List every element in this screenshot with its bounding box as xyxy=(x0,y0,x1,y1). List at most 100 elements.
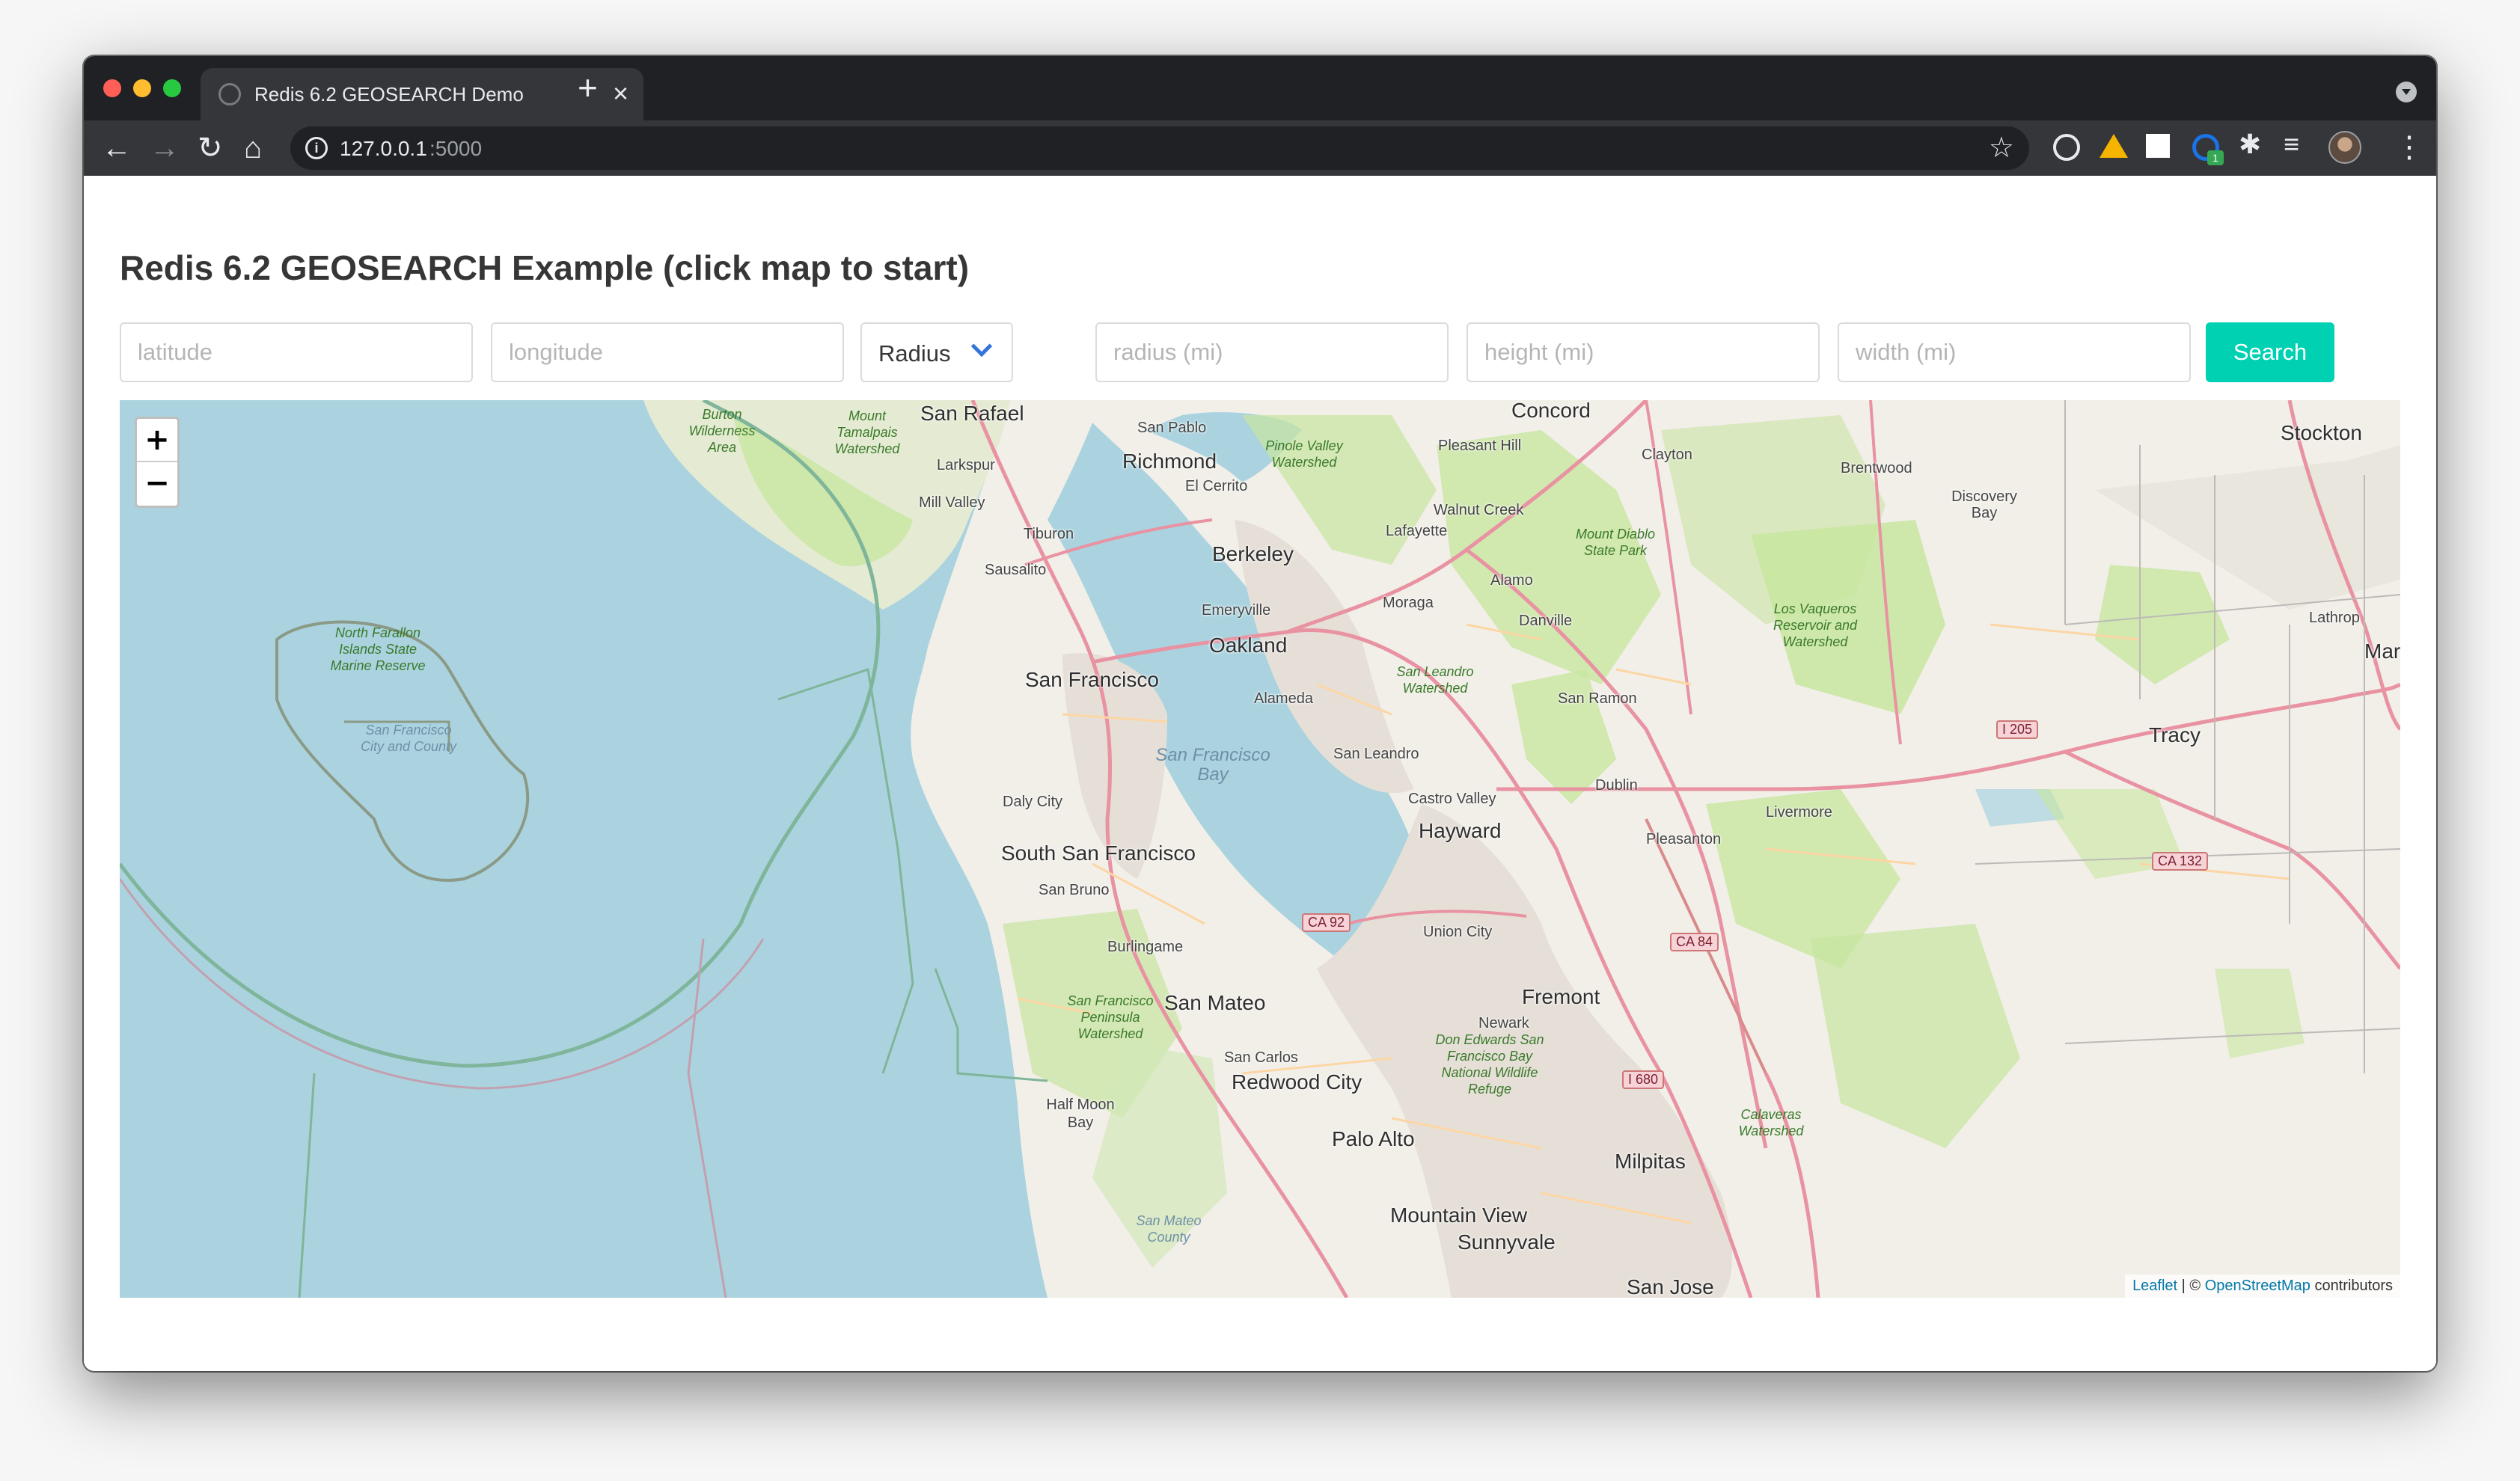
map-label: San Mateo xyxy=(1164,991,1266,1014)
globe-icon xyxy=(218,83,241,105)
home-button[interactable]: ⌂ xyxy=(244,129,262,167)
map-label: Alamo xyxy=(1490,572,1533,589)
puzzle-icon[interactable]: ✱ xyxy=(2239,131,2266,158)
map-label: Concord xyxy=(1511,400,1591,422)
map-label: Mount Diablo State Park xyxy=(1575,527,1656,558)
map-label: North Farallon Islands State Marine Rese… xyxy=(330,625,426,673)
map-label: Tracy xyxy=(2149,723,2201,746)
tab-strip: Redis 6.2 GEOSEARCH Demo × + xyxy=(84,56,2436,120)
map-label: San Francisco Peninsula Watershed xyxy=(1067,993,1154,1041)
profile-avatar[interactable] xyxy=(2328,131,2361,164)
map-label: Discovery Bay xyxy=(1951,488,2017,521)
page-title: Redis 6.2 GEOSEARCH Example (click map t… xyxy=(120,248,970,287)
search-button[interactable]: Search xyxy=(2206,322,2334,382)
map-attribution: Leaflet | © OpenStreetMap contributors xyxy=(2125,1275,2400,1298)
tab-search-icon[interactable] xyxy=(2396,82,2417,102)
road-shield: I 680 xyxy=(1622,1070,1665,1089)
map-label: Richmond xyxy=(1122,450,1217,473)
url-port: :5000 xyxy=(429,137,483,160)
map-label: Alameda xyxy=(1254,690,1313,707)
extension-badge: 1 xyxy=(2207,150,2224,165)
map-label: South San Francisco xyxy=(1001,841,1196,865)
map-label: San Bruno xyxy=(1039,882,1110,898)
map-label: Hayward xyxy=(1419,819,1502,842)
map-label: San Jose xyxy=(1627,1275,1714,1298)
zoom-in-button[interactable]: + xyxy=(137,419,177,462)
map-label: San Francisco xyxy=(1025,668,1159,691)
map-label: San Ramon xyxy=(1558,690,1637,707)
map-label: Mountain View xyxy=(1390,1203,1528,1227)
shape-select[interactable]: Radius xyxy=(860,322,1013,382)
map-label: Pleasant Hill xyxy=(1438,438,1522,454)
attribution-suffix: contributors xyxy=(2310,1278,2393,1294)
map-label: Pinole Valley Watershed xyxy=(1265,438,1343,470)
height-input[interactable] xyxy=(1467,322,1820,382)
map-label: San Carlos xyxy=(1224,1049,1298,1066)
map-label: Emeryville xyxy=(1202,602,1271,619)
extension-icon[interactable] xyxy=(2146,134,2170,158)
leaflet-link[interactable]: Leaflet xyxy=(2132,1278,2177,1294)
minimize-window-button[interactable] xyxy=(133,79,151,97)
browser-toolbar: ← → ↻ ⌂ i 127.0.0.1 :5000 ☆ 1 ✱ ≡ ⋮ xyxy=(84,120,2436,176)
latitude-input[interactable] xyxy=(120,322,473,382)
road-shield: I 205 xyxy=(1996,720,2039,739)
close-window-button[interactable] xyxy=(103,79,121,97)
browser-window: Redis 6.2 GEOSEARCH Demo × + ← → ↻ ⌂ i 1… xyxy=(84,56,2436,1371)
address-bar[interactable]: i 127.0.0.1 :5000 ☆ xyxy=(290,126,2029,170)
reload-button[interactable]: ↻ xyxy=(198,129,223,167)
new-tab-button[interactable]: + xyxy=(578,70,598,105)
map-label: Don Edwards San Francisco Bay National W… xyxy=(1435,1032,1544,1097)
back-button[interactable]: ← xyxy=(102,129,132,167)
url-host: 127.0.0.1 xyxy=(340,137,427,160)
map-label: Danville xyxy=(1519,613,1573,629)
google-drive-icon[interactable] xyxy=(2100,134,2128,158)
map-label: Berkeley xyxy=(1212,542,1294,565)
map-label: Palo Alto xyxy=(1332,1127,1415,1150)
maximize-window-button[interactable] xyxy=(163,79,181,97)
map-label: Dublin xyxy=(1595,777,1638,794)
map-label: Mill Valley xyxy=(919,494,985,511)
chevron-down-icon xyxy=(970,335,993,358)
map-label: Moraga xyxy=(1383,595,1434,611)
tab-close-icon[interactable]: × xyxy=(613,77,629,110)
openstreetmap-link[interactable]: OpenStreetMap xyxy=(2205,1278,2310,1294)
map-container[interactable]: + − San Rafael Concord Stockton San Pabl… xyxy=(120,400,2400,1298)
shape-select-value: Radius xyxy=(878,340,951,367)
map-label: San Leandro xyxy=(1333,746,1419,762)
tab-title: Redis 6.2 GEOSEARCH Demo xyxy=(254,83,524,105)
width-input[interactable] xyxy=(1838,322,2191,382)
map-label: Daly City xyxy=(1003,794,1063,810)
zoom-control: + − xyxy=(135,417,180,508)
star-icon[interactable]: ☆ xyxy=(1989,131,2014,165)
map-label: Tiburon xyxy=(1024,526,1074,542)
map-label: Brentwood xyxy=(1841,460,1912,476)
info-icon[interactable]: i xyxy=(305,137,328,159)
map-label: Lafayette xyxy=(1386,523,1448,539)
map-label: Castro Valley xyxy=(1408,791,1496,807)
map-tiles[interactable] xyxy=(120,400,2400,1298)
map-label: Lathrop xyxy=(2309,610,2360,626)
map-label: Burton Wilderness Area xyxy=(688,407,756,455)
map-label: Newark xyxy=(1478,1015,1529,1031)
map-label: Larkspur xyxy=(937,457,995,473)
map-label: Mount Tamalpais Watershed xyxy=(834,408,900,456)
menu-icon[interactable]: ⋮ xyxy=(2394,129,2424,165)
chrome-extension-icon[interactable] xyxy=(2053,134,2080,161)
media-control-icon[interactable]: ≡ xyxy=(2284,131,2310,158)
longitude-input[interactable] xyxy=(491,322,844,382)
map-label: San Francisco Bay xyxy=(1155,745,1270,785)
map-label: Los Vaqueros Reservoir and Watershed xyxy=(1773,601,1858,649)
map-label: Stockton xyxy=(2281,421,2362,444)
radius-input[interactable] xyxy=(1095,322,1449,382)
map-label: Oakland xyxy=(1209,634,1288,657)
forward-button[interactable]: → xyxy=(150,129,180,167)
map-label: San Francisco City and County xyxy=(360,723,457,754)
zoom-out-button[interactable]: − xyxy=(137,462,177,506)
map-label: Milpitas xyxy=(1615,1150,1686,1173)
map-label: Pleasanton xyxy=(1646,831,1722,847)
map-label: San Rafael xyxy=(920,402,1024,425)
map-label: Burlingame xyxy=(1107,939,1184,955)
map-label: San Pablo xyxy=(1137,420,1207,436)
map-label: Sunnyvale xyxy=(1458,1230,1556,1254)
map-label: San Mateo County xyxy=(1136,1213,1202,1245)
